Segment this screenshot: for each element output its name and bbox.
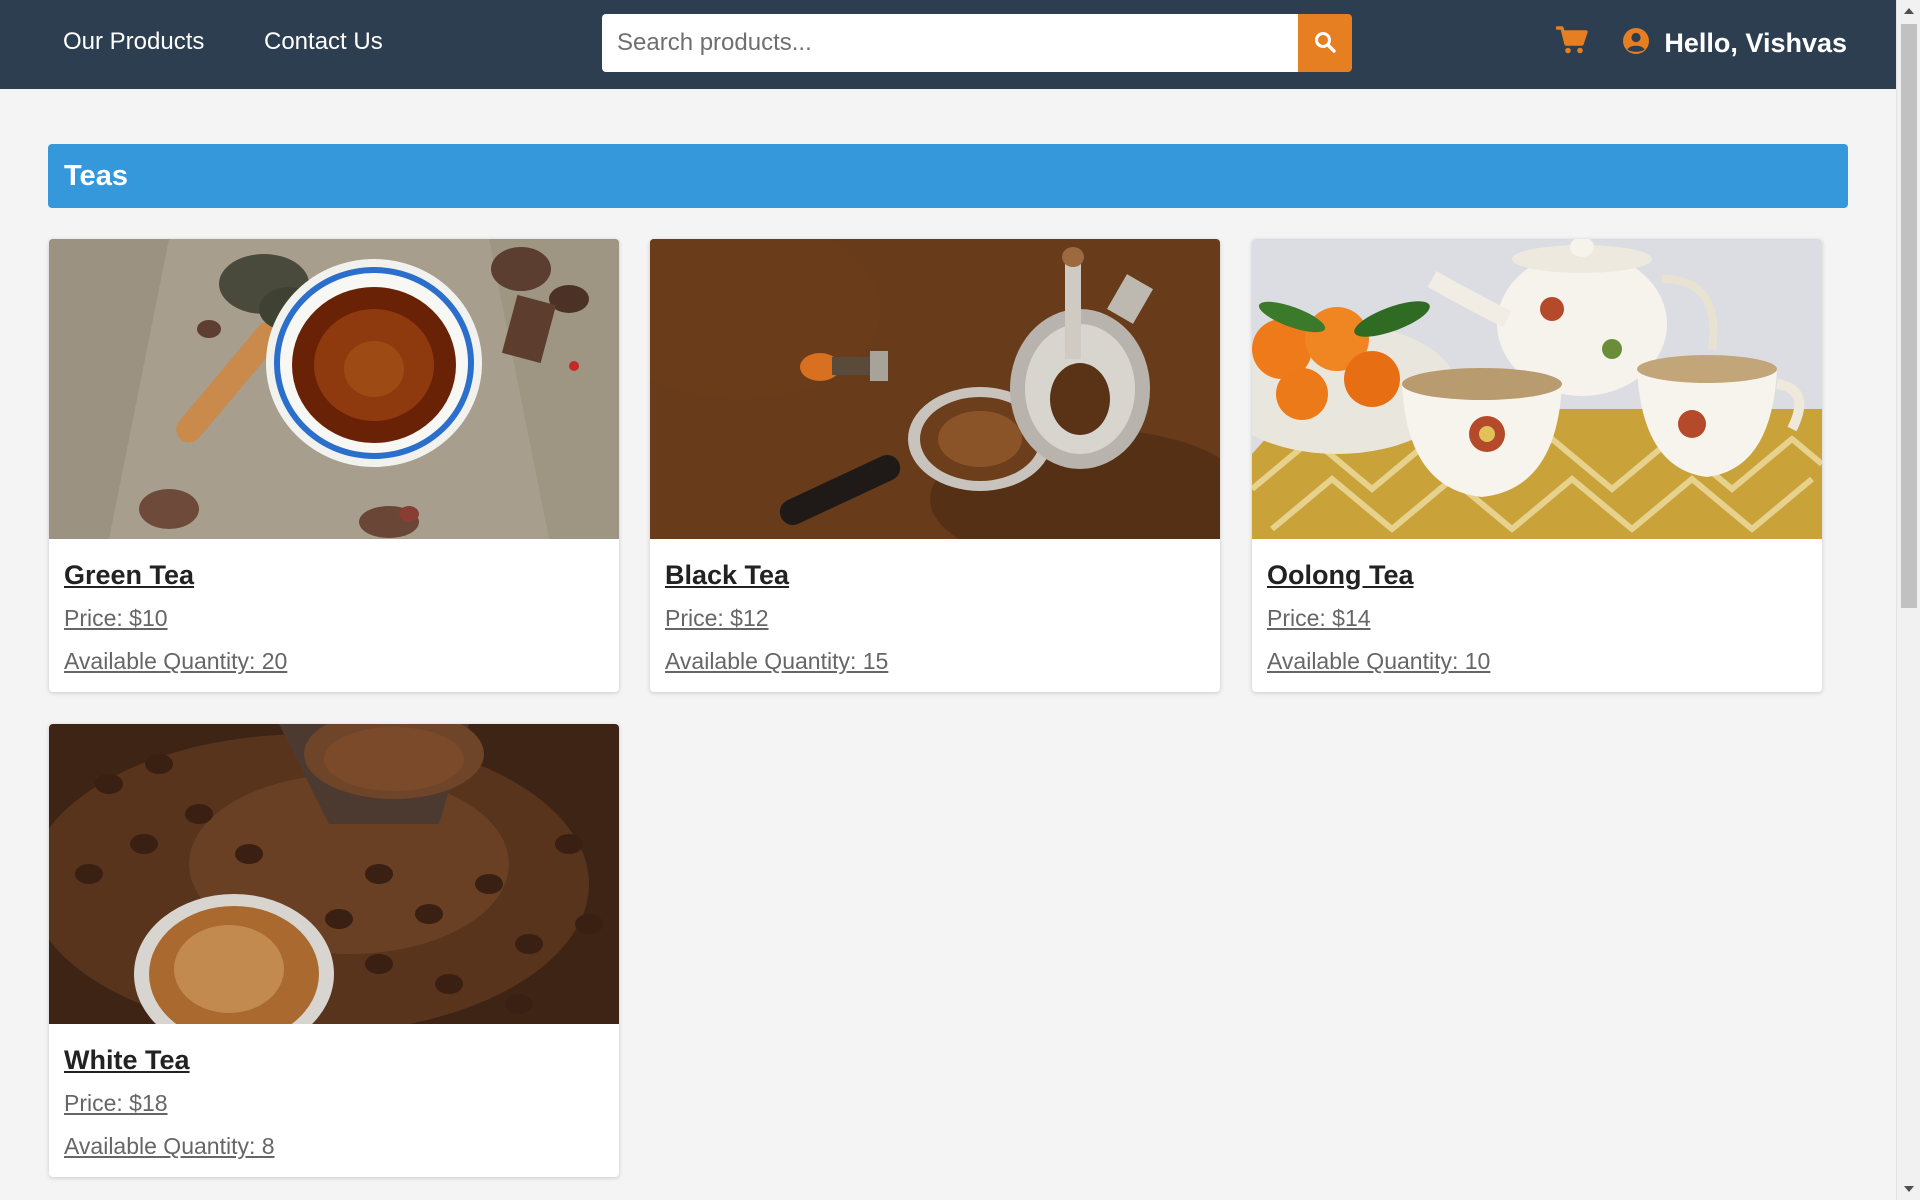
shopping-cart-icon — [1555, 25, 1588, 60]
product-image[interactable] — [650, 239, 1220, 539]
product-image[interactable] — [49, 724, 619, 1024]
product-title-link[interactable]: Oolong Tea — [1267, 559, 1807, 591]
product-card: Oolong Tea Price: $14 Available Quantity… — [1252, 239, 1822, 692]
top-navbar: Our Products Contact Us Search products.… — [0, 0, 1896, 89]
user-greeting: Hello, Vishvas — [1664, 27, 1847, 58]
product-price-link[interactable]: Price: $10 — [64, 603, 604, 633]
search-input[interactable] — [602, 14, 1298, 72]
product-price-link[interactable]: Price: $18 — [64, 1088, 604, 1118]
scrollbar-thumb[interactable] — [1901, 24, 1917, 608]
search-icon — [1313, 30, 1337, 57]
product-quantity-link[interactable]: Available Quantity: 15 — [665, 646, 1205, 676]
product-quantity-link[interactable]: Available Quantity: 10 — [1267, 646, 1807, 676]
product-card: Green Tea Price: $10 Available Quantity:… — [49, 239, 619, 692]
product-price-link[interactable]: Price: $12 — [665, 603, 1205, 633]
category-title: Teas — [64, 160, 128, 192]
user-circle-icon — [1622, 27, 1650, 60]
product-card: White Tea Price: $18 Available Quantity:… — [49, 724, 619, 1177]
category-header: Teas — [48, 144, 1848, 208]
search-button[interactable] — [1298, 14, 1352, 72]
product-card: Black Tea Price: $12 Available Quantity:… — [650, 239, 1220, 692]
product-title-link[interactable]: Green Tea — [64, 559, 604, 591]
nav-link-our-products[interactable]: Our Products — [63, 27, 204, 57]
vertical-scrollbar[interactable] — [1896, 0, 1920, 1200]
scroll-up-arrow-icon[interactable] — [1897, 0, 1920, 22]
product-quantity-link[interactable]: Available Quantity: 20 — [64, 646, 604, 676]
search-bar — [602, 14, 1352, 72]
user-menu[interactable]: Hello, Vishvas — [1622, 24, 1847, 62]
product-price-link[interactable]: Price: $14 — [1267, 603, 1807, 633]
product-title-link[interactable]: White Tea — [64, 1044, 604, 1076]
nav-link-contact-us[interactable]: Contact Us — [264, 27, 383, 57]
product-image[interactable] — [49, 239, 619, 539]
product-image[interactable] — [1252, 239, 1822, 539]
cart-button[interactable] — [1555, 24, 1589, 60]
product-quantity-link[interactable]: Available Quantity: 8 — [64, 1131, 604, 1161]
product-title-link[interactable]: Black Tea — [665, 559, 1205, 591]
scroll-down-arrow-icon[interactable] — [1897, 1178, 1920, 1200]
